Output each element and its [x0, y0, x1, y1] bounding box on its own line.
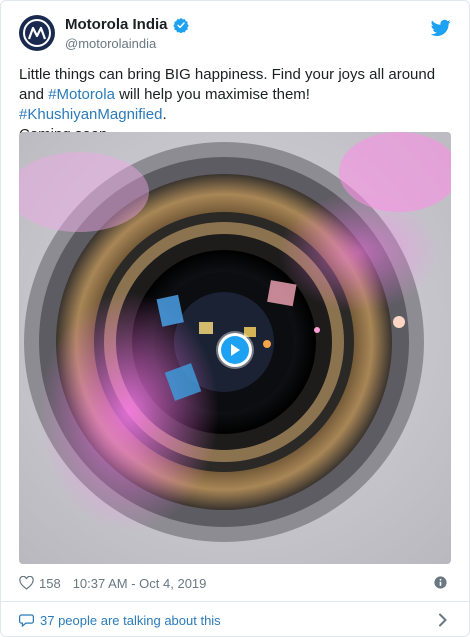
tweet-header: Motorola India @motorolaindia — [19, 15, 451, 55]
author-handle[interactable]: @motorolaindia — [65, 36, 189, 51]
conversation-label: 37 people are talking about this — [40, 612, 221, 628]
like-button[interactable]: 158 — [19, 576, 61, 591]
hashtag-khushiyanmagnified[interactable]: #KhushiyanMagnified — [19, 106, 162, 123]
like-count: 158 — [39, 575, 61, 591]
video-media[interactable] — [19, 132, 451, 564]
tweet-card: Motorola India @motorolaindia Little thi… — [0, 0, 470, 637]
verified-badge-icon — [172, 17, 189, 33]
info-icon[interactable] — [434, 576, 447, 589]
author-display-name[interactable]: Motorola India — [65, 16, 168, 33]
tweet-meta: 158 10:37 AM - Oct 4, 2019 — [19, 573, 451, 593]
tweet-text-part: will help you maximise them! — [114, 86, 310, 103]
twitter-bird-icon[interactable] — [431, 19, 451, 37]
hashtag-motorola[interactable]: #Motorola — [48, 86, 115, 103]
conversation-link[interactable]: 37 people are talking about this — [1, 601, 469, 636]
tweet-timestamp[interactable]: 10:37 AM - Oct 4, 2019 — [73, 576, 207, 591]
comment-bubble-icon — [19, 614, 34, 627]
avatar[interactable] — [19, 15, 55, 51]
heart-icon — [19, 576, 34, 590]
author-names: Motorola India @motorolaindia — [65, 16, 189, 51]
chevron-right-icon — [439, 613, 447, 627]
play-icon — [221, 336, 249, 364]
play-button[interactable] — [218, 333, 252, 367]
tweet-text-part: . — [162, 106, 167, 123]
motorola-logo-icon — [23, 19, 51, 47]
